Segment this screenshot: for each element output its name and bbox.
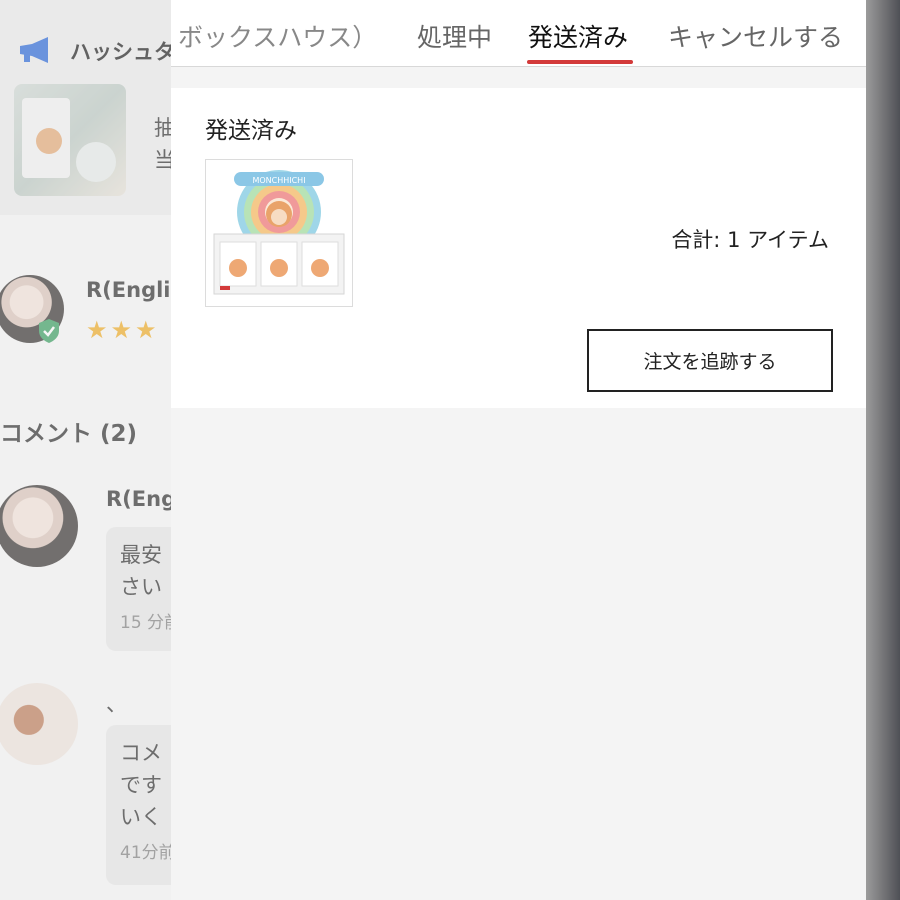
tab-processing[interactable]: 処理中 [417, 18, 492, 54]
tab-cancelled[interactable]: キャンセルする [668, 18, 843, 54]
order-status-label: 発送済み [205, 118, 297, 144]
commenter-name[interactable]: 、 [106, 688, 127, 718]
reviewer-name[interactable]: R(Engli [86, 278, 171, 302]
comments-header: コメント (2) [0, 421, 138, 447]
megaphone-icon [20, 37, 48, 63]
commenter-name[interactable]: R(Eng [106, 487, 176, 511]
announcement-card: ハッシュタ 抽 当 [0, 0, 190, 215]
product-thumbnail[interactable]: MONCHHICHI [205, 159, 353, 307]
background-edge [866, 0, 900, 900]
tab-box-house[interactable]: ボックスハウス） [178, 18, 377, 54]
active-tab-indicator [527, 60, 633, 64]
order-history-panel: ボックスハウス） 処理中 発送済み キャンセルする 発送済み MONCHHICH… [171, 0, 866, 900]
rating-stars: ★★★ [86, 316, 160, 344]
order-item-count: 合計: 1 アイテム [671, 228, 829, 252]
announcement-title: ハッシュタ [70, 40, 175, 64]
blind-box-display-image: MONCHHICHI [206, 160, 352, 306]
verified-shield-icon [39, 319, 59, 343]
order-status-tabs: ボックスハウス） 処理中 発送済み キャンセルする [171, 0, 866, 67]
commenter-avatar[interactable] [0, 485, 78, 567]
announcement-thumbnail [14, 84, 126, 196]
svg-text:MONCHHICHI: MONCHHICHI [252, 176, 305, 185]
order-card: 発送済み MONCHHICHI 合計: 1 アイテム 注文を追跡する [171, 88, 866, 408]
commenter-avatar[interactable] [0, 683, 78, 765]
tab-shipped[interactable]: 発送済み [528, 18, 628, 54]
track-order-button[interactable]: 注文を追跡する [587, 329, 833, 392]
